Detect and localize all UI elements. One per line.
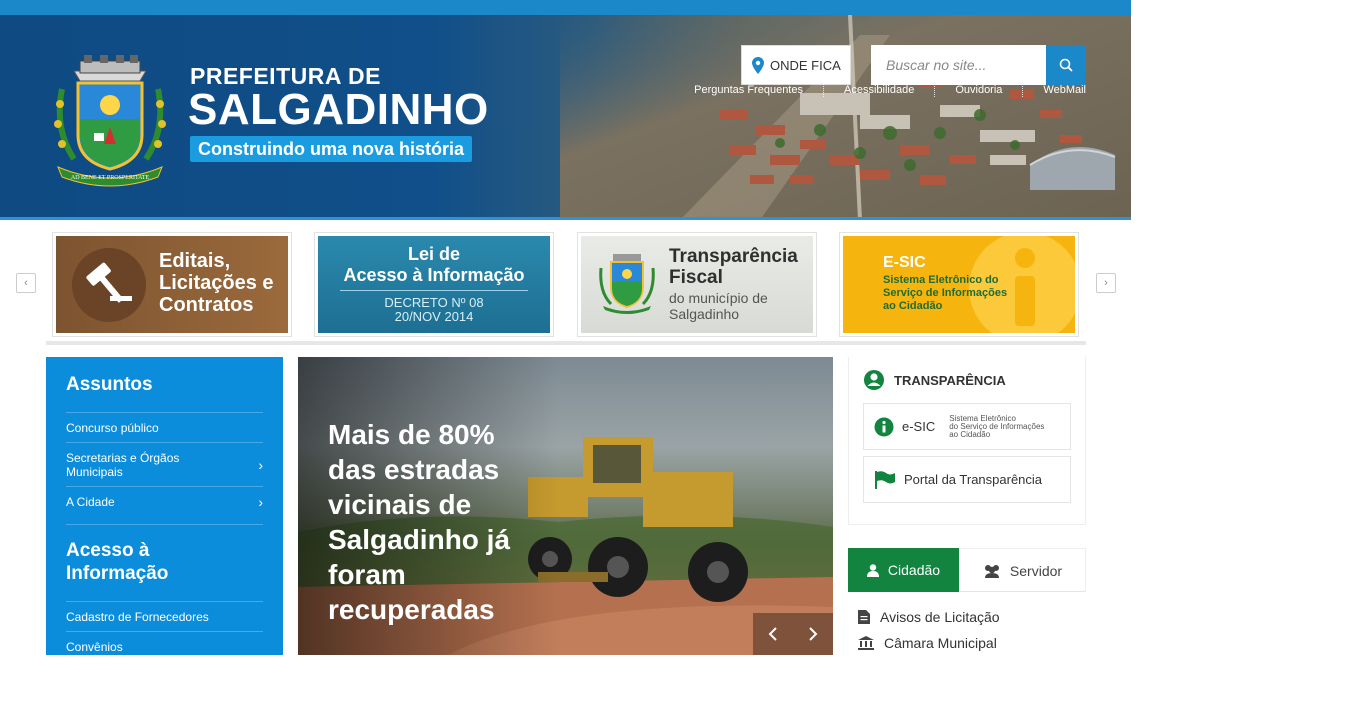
banner-lai-line3: DECRETO Nº 08	[384, 295, 484, 310]
sidebar-item-label: Convênios	[66, 640, 123, 654]
document-icon	[858, 610, 870, 624]
brand-line-2: SALGADINHO	[188, 85, 489, 134]
link-separator	[823, 83, 824, 97]
city-emblem-small-icon	[599, 254, 655, 314]
tab-cidadao-label: Cidadão	[887, 562, 941, 578]
hero-slider[interactable]: Mais de 80% das estradas vicinais de Sal…	[298, 357, 833, 655]
link-ouvidoria[interactable]: Ouvidoria	[955, 84, 1002, 96]
esic-description: Sistema Eletrônico do Serviço de Informa…	[949, 414, 1044, 439]
link-acessibilidade[interactable]: Acessibilidade	[844, 84, 914, 96]
banner-editais-line1: Editais,	[159, 250, 231, 272]
banner-editais-line3: Contratos	[159, 294, 254, 316]
onde-fica-label: ONDE FICA	[770, 57, 841, 73]
banner-editais-line2: Licitações e	[159, 272, 274, 294]
banner-esic-line3: Serviço de Informações	[883, 287, 1008, 299]
link-webmail[interactable]: WebMail	[1043, 84, 1086, 96]
cidadao-links: Avisos de Licitação Câmara Municipal	[858, 604, 1086, 656]
transparencia-header: TRANSPARÊNCIA	[863, 369, 1071, 391]
banner-lai-line2: Acesso à Informação	[343, 265, 525, 285]
banner-lei-acesso-informacao[interactable]: Lei de Acesso à Informação DECRETO Nº 08…	[314, 232, 554, 337]
user-icon	[866, 563, 879, 577]
banner-esic-line4: ao Cidadão	[883, 300, 943, 312]
page: AD BENE ET PROSPERITATE PREFEITURA DE SA…	[0, 0, 1368, 728]
banner-lai-line1: Lei de	[407, 244, 460, 264]
sidebar-item-secretarias[interactable]: Secretarias e Órgãos Municipais ›	[66, 442, 263, 486]
institution-icon	[858, 636, 874, 650]
sidebar-title-acesso: Acesso à Informação	[66, 540, 169, 584]
city-emblem-icon: AD BENE ET PROSPERITATE	[54, 55, 166, 187]
link-camara-municipal[interactable]: Câmara Municipal	[858, 630, 1086, 656]
banner-fiscal-line3: do município de	[669, 290, 768, 306]
tab-cidadao[interactable]: Cidadão	[848, 548, 959, 592]
search-button[interactable]	[1046, 45, 1086, 85]
onde-fica-button[interactable]: ONDE FICA	[741, 45, 851, 85]
link-separator	[934, 83, 936, 97]
banner-next-button[interactable]: ›	[1096, 273, 1116, 293]
top-bar	[0, 0, 1131, 15]
chevron-right-icon	[809, 627, 818, 641]
esic-card[interactable]: e-SIC Sistema Eletrônico do Serviço de I…	[863, 403, 1071, 450]
banner-esic-line1: E-SIC	[883, 254, 926, 271]
portal-transparencia-card[interactable]: Portal da Transparência	[863, 456, 1071, 503]
section-divider	[46, 341, 1086, 345]
hero-prev-button[interactable]	[753, 613, 793, 655]
sidebar-item-a-cidade[interactable]: A Cidade ›	[66, 486, 263, 516]
sidebar-item-convenios[interactable]: Convênios	[66, 631, 263, 655]
banner-fiscal-line1: Transparência	[669, 246, 798, 267]
search-icon	[1059, 58, 1073, 72]
sidebar-item-label: Concurso público	[66, 421, 159, 435]
emblem-motto: AD BENE ET PROSPERITATE	[71, 175, 150, 181]
info-icon	[874, 417, 894, 436]
sidebar: Assuntos Concurso público Secretarias e …	[46, 357, 283, 655]
flag-icon	[875, 470, 895, 489]
banner-esic[interactable]: E-SIC Sistema Eletrônico do Serviço de I…	[839, 232, 1079, 337]
chevron-left-icon	[768, 627, 777, 641]
hero-nav	[753, 613, 833, 655]
users-icon	[984, 564, 999, 578]
esic-small-3: ao Cidadão	[949, 429, 991, 439]
audience-tabs: Cidadão Servidor	[848, 548, 1086, 592]
hero-next-button[interactable]	[793, 613, 833, 655]
search-input[interactable]	[871, 45, 1046, 85]
gavel-icon	[72, 248, 146, 322]
brand-tagline: Construindo uma nova história	[190, 136, 473, 162]
tab-servidor-label: Servidor	[1009, 562, 1063, 579]
chevron-right-icon: ›	[258, 457, 263, 473]
link-perguntas-frequentes[interactable]: Perguntas Frequentes	[694, 84, 803, 96]
banner-esic-line2: Sistema Eletrônico do	[883, 274, 999, 286]
sidebar-item-label: Cadastro de Fornecedores	[66, 610, 209, 624]
chevron-right-icon: ›	[1104, 277, 1108, 289]
sidebar-item-concurso-publico[interactable]: Concurso público	[66, 412, 263, 442]
transparencia-panel: TRANSPARÊNCIA e-SIC Sistema Eletrônico d…	[848, 357, 1086, 525]
sidebar-item-label: Secretarias e Órgãos Municipais	[66, 451, 180, 479]
transparencia-title: TRANSPARÊNCIA	[894, 372, 1006, 388]
sidebar-item-cadastro-fornecedores[interactable]: Cadastro de Fornecedores	[66, 601, 263, 631]
site-header: AD BENE ET PROSPERITATE PREFEITURA DE SA…	[0, 15, 1131, 220]
banner-editais[interactable]: Editais, Licitações e Contratos	[52, 232, 292, 337]
banner-fiscal-line2: Fiscal	[669, 267, 723, 288]
banner-lai-line4: 20/NOV 2014	[394, 309, 474, 324]
link-separator	[1022, 83, 1024, 97]
link-avisos-licitacao-label: Avisos de Licitação	[880, 609, 1000, 625]
banner-fiscal-line4: Salgadinho	[669, 306, 740, 322]
esic-label: e-SIC	[902, 419, 936, 434]
utility-links: Perguntas Frequentes Acessibilidade Ouvi…	[694, 83, 1086, 97]
hero-headline[interactable]: Mais de 80% das estradas vicinais de Sal…	[328, 417, 548, 627]
chevron-right-icon: ›	[258, 494, 263, 510]
user-circle-icon	[864, 370, 884, 390]
sidebar-title-assuntos: Assuntos	[66, 374, 153, 395]
portal-transparencia-label: Portal da Transparência	[904, 472, 1043, 487]
link-avisos-licitacao[interactable]: Avisos de Licitação	[858, 604, 1086, 630]
chevron-left-icon: ‹	[24, 277, 28, 289]
sidebar-item-label: A Cidade	[66, 495, 115, 509]
banner-transparencia-fiscal[interactable]: Transparência Fiscal do município de Sal…	[577, 232, 817, 337]
tab-servidor[interactable]: Servidor	[959, 548, 1086, 592]
map-pin-icon	[752, 56, 764, 74]
link-camara-municipal-label: Câmara Municipal	[884, 635, 997, 651]
banner-prev-button[interactable]: ‹	[16, 273, 36, 293]
